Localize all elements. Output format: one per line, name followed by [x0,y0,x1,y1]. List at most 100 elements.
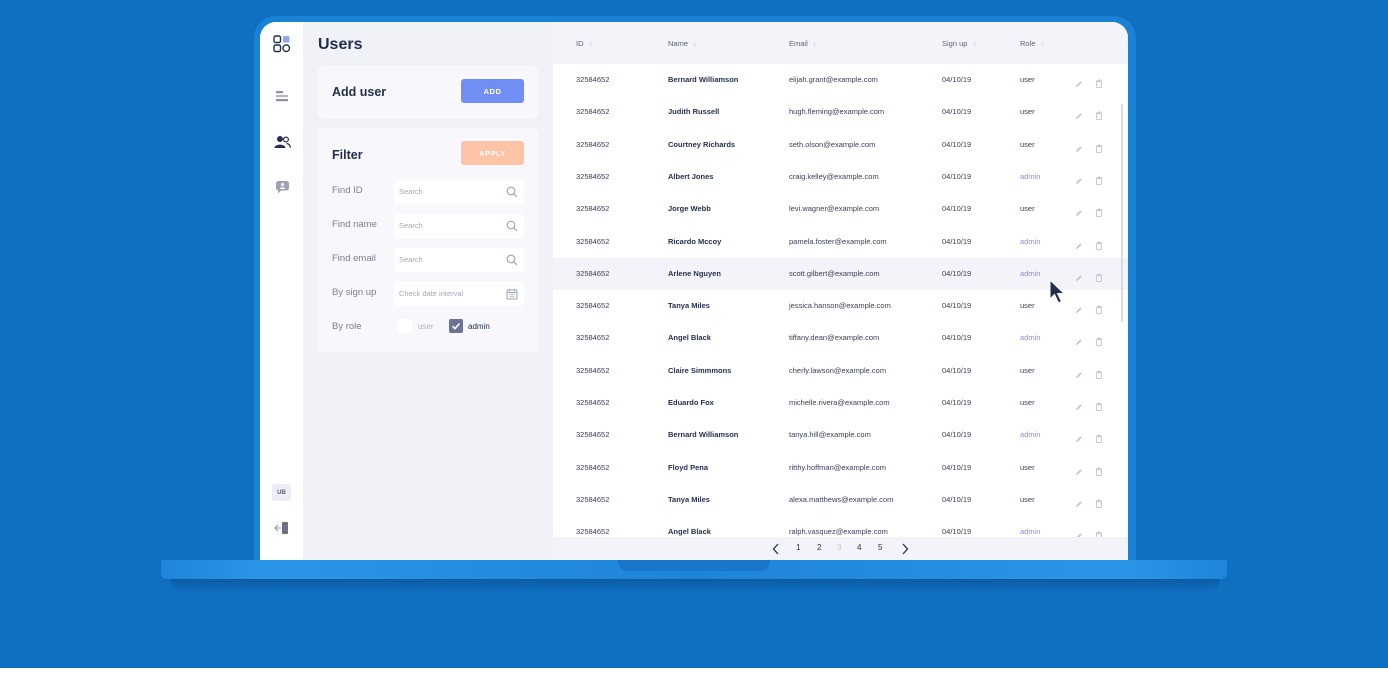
prev-page-icon[interactable] [772,542,780,560]
edit-icon[interactable] [1075,269,1083,287]
table-row[interactable]: 32584652 Bernard Williamson tanya.hill@exa… [553,419,1128,451]
laptop-notch [618,560,770,571]
table-row[interactable]: 32584652 Eduardo Fox michelle.rivera@examp… [553,387,1128,419]
table-row[interactable]: 32584652 Arlene Nguyen scott.gilbert@examp… [553,257,1128,290]
add-user-card: Add user ADD [318,66,538,119]
page-4[interactable]: 4 [857,543,861,552]
edit-icon[interactable] [1075,172,1083,190]
cell-id: 32584652 [576,107,610,117]
edit-icon[interactable] [1075,430,1083,448]
delete-icon[interactable] [1095,333,1103,351]
calendar-icon[interactable] [506,287,518,305]
cell-name: Bernard Williamson [668,430,739,440]
column-header-email[interactable]: Email ↓ [789,39,817,48]
table-header: ID ↓ Name ↓ Email ↓ Sign up ↓ Role ↓ [553,22,1128,64]
cell-name: Angel Black [668,333,711,343]
cell-role: user [1020,301,1035,311]
edit-icon[interactable] [1075,107,1083,125]
table-row[interactable]: 32584652 Albert Jones craig.kelley@example… [553,161,1128,193]
table-row[interactable]: 32584652 Courtney Richards seth.olson@exam… [553,129,1128,161]
table-row[interactable]: 32584652 Ricardo Mccoy pamela.foster@examp… [553,226,1128,258]
avatar[interactable]: UB [272,484,291,501]
delete-icon[interactable] [1095,398,1103,416]
chat-icon[interactable] [272,177,292,197]
logout-icon[interactable] [272,518,292,538]
list-icon[interactable] [272,86,292,106]
cell-email: levi.wagner@example.com [789,204,880,214]
delete-icon[interactable] [1095,463,1103,481]
delete-icon[interactable] [1095,107,1103,125]
find-name-input[interactable]: Search [394,214,524,238]
find-email-input[interactable]: Search [394,248,524,272]
find-id-input[interactable]: Search [394,180,524,204]
find-name-label: Find name [332,219,377,230]
table-row[interactable]: 32584652 Angel Black tiffany.dean@example.… [553,322,1128,354]
cell-sign-up: 04/10/19 [942,204,972,214]
column-header-id[interactable]: ID ↓ [576,39,592,48]
laptop-shadow [170,578,1220,592]
table-row[interactable]: 32584652 Tanya Miles jessica.hanson@exampl… [553,290,1128,322]
table-row[interactable]: 32584652 Judith Russell hugh.fleming@examp… [553,96,1128,128]
page-1[interactable]: 1 [796,543,800,552]
edit-icon[interactable] [1075,333,1083,351]
next-page-icon[interactable] [901,542,909,560]
users-table: ID ↓ Name ↓ Email ↓ Sign up ↓ Role ↓ 32584652… [553,22,1128,560]
scrollbar[interactable] [1121,104,1123,322]
table-row[interactable]: 32584652 Jorge Webb levi.wagner@example.co… [553,193,1128,225]
edit-icon[interactable] [1075,237,1083,255]
date-interval-input[interactable]: Check date interval [394,282,524,306]
edit-icon[interactable] [1075,398,1083,416]
page-3-current[interactable]: 3 [837,543,841,552]
cell-name: Bernard Williamson [668,75,739,84]
page-5[interactable]: 5 [878,543,882,552]
admin-checkbox[interactable] [449,319,463,333]
find-email-label: Find email [332,253,376,264]
edit-icon[interactable] [1075,463,1083,481]
cell-sign-up: 04/10/19 [942,333,972,343]
edit-icon[interactable] [1075,204,1083,222]
add-button[interactable]: ADD [461,79,524,103]
delete-icon[interactable] [1095,204,1103,222]
cell-role: user [1020,75,1035,84]
sort-icon: ↓ [812,39,817,48]
column-header-name[interactable]: Name ↓ [668,39,697,48]
apply-button[interactable]: APPLY [461,141,524,165]
delete-icon[interactable] [1095,366,1103,384]
cell-id: 32584652 [576,139,610,149]
cell-role: admin [1020,236,1041,246]
cell-sign-up: 04/10/19 [942,462,972,472]
delete-icon[interactable] [1095,75,1103,93]
delete-icon[interactable] [1095,269,1103,287]
left-panel: Users Add user ADD Filter APPLY Find ID … [303,22,553,560]
users-icon[interactable] [272,132,292,152]
delete-icon[interactable] [1095,495,1103,513]
find-id-label: Find ID [332,185,363,196]
user-checkbox[interactable] [398,319,412,333]
delete-icon[interactable] [1095,172,1103,190]
cell-sign-up: 04/10/19 [942,139,972,149]
sort-icon: ↓ [693,39,697,48]
delete-icon[interactable] [1095,140,1103,158]
edit-icon[interactable] [1075,366,1083,384]
cell-email: jessica.hanson@example.com [789,301,891,311]
edit-icon[interactable] [1075,301,1083,319]
edit-icon[interactable] [1075,140,1083,158]
delete-icon[interactable] [1095,237,1103,255]
column-header-sign-up[interactable]: Sign up ↓ [942,39,976,48]
table-row[interactable]: 32584652 Bernard Williamson elijah.grant@e… [553,64,1128,96]
table-row[interactable]: 32584652 Floyd Pena ritthy.hoffman@example… [553,452,1128,484]
dashboard-icon[interactable] [272,34,292,54]
column-header-role[interactable]: Role ↓ [1020,39,1044,48]
page-2[interactable]: 2 [817,543,821,552]
delete-icon[interactable] [1095,430,1103,448]
edit-icon[interactable] [1075,495,1083,513]
table-row[interactable]: 32584652 Tanya Miles alexa.matthews@exampl… [553,484,1128,516]
delete-icon[interactable] [1095,301,1103,319]
table-row[interactable]: 32584652 Claire Simmmons cherly.lawson@exa… [553,355,1128,387]
cell-name: Angel Black [668,527,711,537]
edit-icon[interactable] [1075,75,1083,93]
cell-email: craig.kelley@example.com [789,171,879,181]
cell-name: Tanya Miles [668,494,710,504]
avatar-initials: UB [277,489,286,496]
cell-id: 32584652 [576,398,610,407]
